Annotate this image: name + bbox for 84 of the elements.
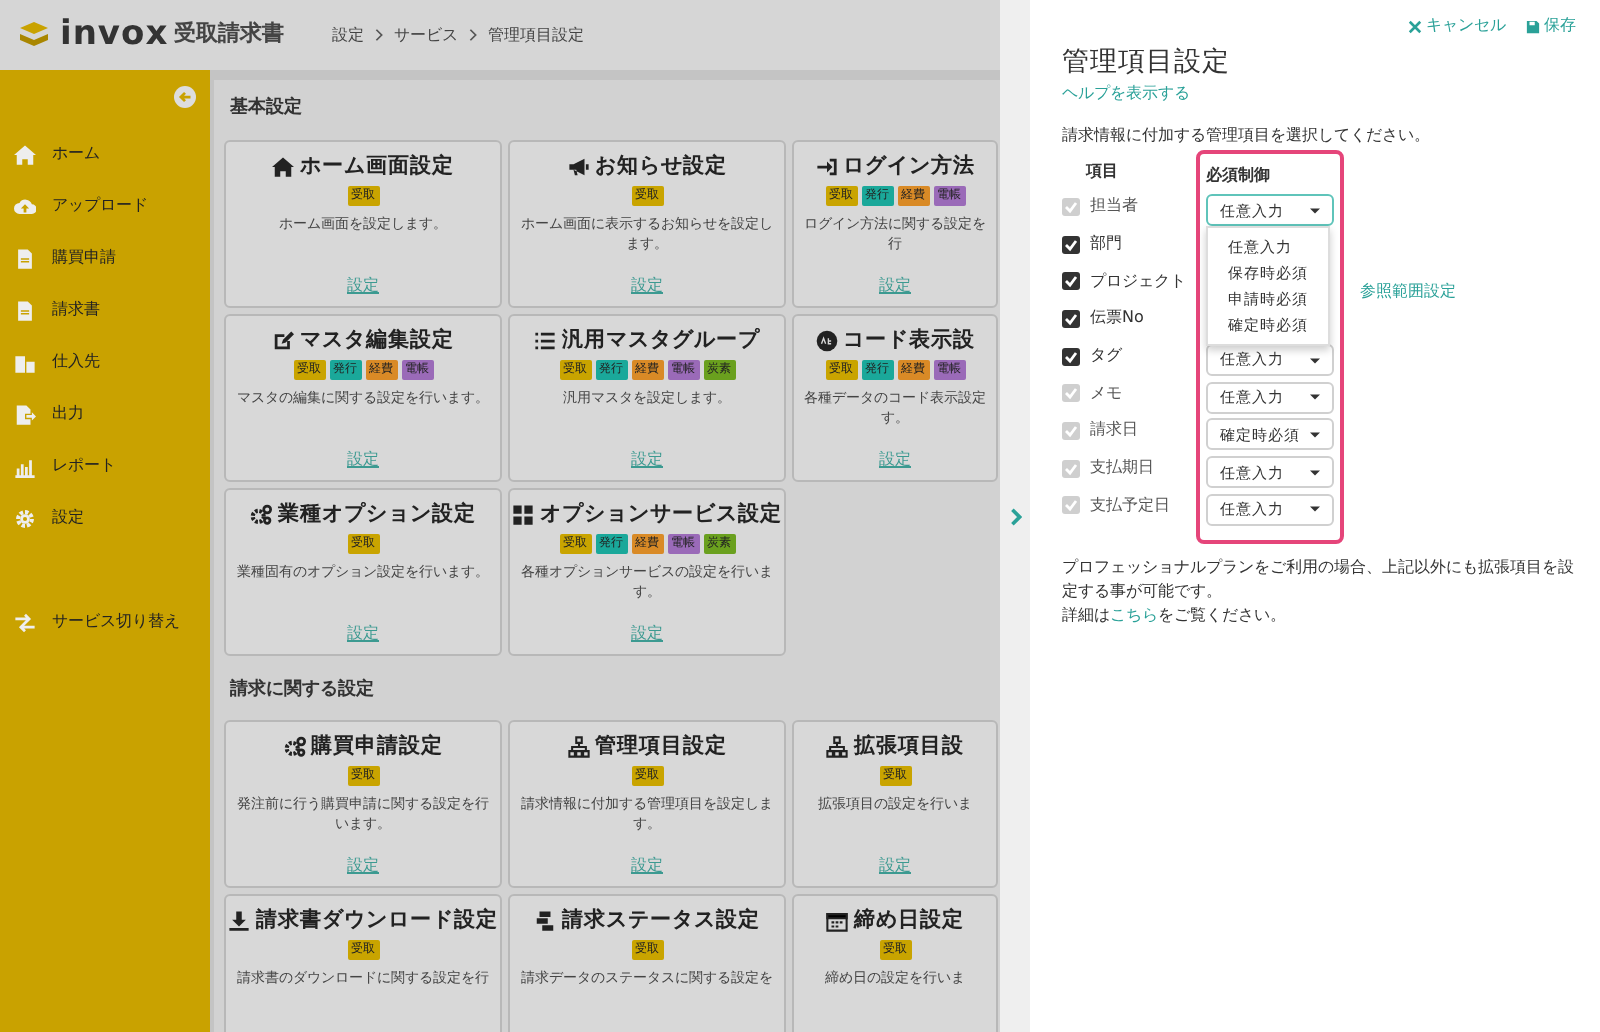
status-stack-icon bbox=[534, 910, 556, 932]
cloud-upload-icon bbox=[14, 195, 36, 217]
sidebar-item[interactable]: 購買申請 bbox=[0, 232, 210, 284]
column-header: 項目 bbox=[1083, 160, 1120, 184]
breadcrumb-item[interactable]: サービス bbox=[394, 23, 459, 47]
sidebar-item[interactable]: レポート bbox=[0, 440, 210, 492]
list-icon bbox=[534, 329, 556, 351]
stacked-boxes-logo bbox=[16, 19, 52, 51]
sidebar-item[interactable]: ホーム bbox=[0, 128, 210, 180]
breadcrumb-item: 管理項目設定 bbox=[488, 23, 585, 47]
building-icon bbox=[14, 351, 36, 373]
item-label: 支払期日 bbox=[1090, 456, 1154, 481]
download-icon bbox=[228, 910, 250, 932]
item-label: タグ bbox=[1090, 344, 1122, 369]
card-title: マスタ編集設定 bbox=[300, 325, 454, 355]
sidebar-item[interactable]: 出力 bbox=[0, 388, 210, 440]
card-title: 締め日設定 bbox=[854, 906, 964, 936]
sidebar-item[interactable]: 設定 bbox=[0, 492, 210, 544]
sign-in-icon bbox=[815, 155, 837, 177]
collapse-toggle-icon[interactable] bbox=[174, 86, 196, 108]
caret-down-icon bbox=[1310, 357, 1320, 364]
item-label: プロジェクト bbox=[1090, 269, 1186, 294]
megaphone-icon bbox=[567, 155, 589, 177]
card-title: ホーム画面設定 bbox=[300, 151, 454, 181]
card-title: 業種オプション設定 bbox=[278, 499, 476, 529]
house-icon bbox=[272, 155, 294, 177]
column-header: 必須制御 bbox=[1206, 164, 1272, 188]
sidebar-item[interactable]: アップロード bbox=[0, 180, 210, 232]
card-title: お知らせ設定 bbox=[595, 151, 727, 181]
item-label: 担当者 bbox=[1090, 194, 1138, 219]
item-label: 支払予定日 bbox=[1090, 493, 1170, 518]
chevron-right-icon bbox=[374, 28, 385, 42]
checkbox[interactable] bbox=[1062, 347, 1080, 366]
chevron-right-icon bbox=[468, 28, 479, 42]
card-title: オプションサービス設定 bbox=[540, 499, 782, 529]
product-name: 受取請求書 bbox=[174, 18, 285, 51]
export-icon bbox=[14, 403, 36, 425]
grid-icon bbox=[512, 503, 534, 525]
gears-icon bbox=[283, 736, 305, 758]
card-title: コード表示設 bbox=[843, 325, 975, 355]
sitemap-icon bbox=[567, 736, 589, 758]
document-icon bbox=[14, 247, 36, 269]
card-title: 請求書ダウンロード設定 bbox=[256, 906, 498, 936]
house-icon bbox=[14, 143, 36, 165]
logo-wordmark: invox bbox=[60, 11, 169, 58]
card-title: 請求ステータス設定 bbox=[562, 906, 760, 936]
card-title: 拡張項目設 bbox=[854, 732, 964, 762]
edit-icon bbox=[272, 329, 294, 351]
instruction-text: 請求情報に付加する管理項目を選択してください。 bbox=[1062, 124, 1432, 148]
caret-down-icon bbox=[1310, 394, 1320, 401]
gear-icon bbox=[14, 507, 36, 529]
card-title: 汎用マスタグループ bbox=[562, 325, 760, 355]
close-icon bbox=[1408, 19, 1422, 33]
card-title: ログイン方法 bbox=[843, 151, 975, 181]
document-icon bbox=[14, 299, 36, 321]
checkbox[interactable] bbox=[1062, 235, 1080, 254]
panel-title: 管理項目設定 bbox=[1062, 44, 1232, 80]
caret-down-icon bbox=[1310, 469, 1320, 476]
sitemap-icon bbox=[826, 736, 848, 758]
item-label: 部門 bbox=[1090, 232, 1122, 257]
caret-down-icon bbox=[1310, 207, 1320, 214]
card-title: 管理項目設定 bbox=[595, 732, 727, 762]
plan-note: プロフェッショナルプランをご利用の場合、上記以外にも拡張項目を設定する事が可能です。 bbox=[1062, 556, 1576, 605]
sidebar-item[interactable]: 仕入先 bbox=[0, 336, 210, 388]
calendar-icon bbox=[826, 910, 848, 932]
section-title: 請求に関する設定 bbox=[230, 677, 376, 703]
caret-down-icon bbox=[1310, 431, 1320, 438]
item-label: 請求日 bbox=[1090, 418, 1138, 443]
gears-icon bbox=[250, 503, 272, 525]
abc-circle-icon bbox=[815, 329, 837, 351]
checkbox[interactable] bbox=[1062, 309, 1080, 328]
item-label: メモ bbox=[1090, 381, 1122, 406]
sidebar-item[interactable]: 請求書 bbox=[0, 284, 210, 336]
bar-chart-icon bbox=[14, 455, 36, 477]
card-title: 購買申請設定 bbox=[311, 732, 443, 762]
swap-arrows-icon bbox=[14, 611, 36, 633]
expand-chevron-icon[interactable] bbox=[1009, 507, 1021, 525]
checkbox[interactable] bbox=[1062, 272, 1080, 291]
item-label: 伝票No bbox=[1090, 306, 1144, 331]
detail-text: 詳細はこちら をご覧ください。 bbox=[1062, 604, 1288, 629]
caret-down-icon bbox=[1310, 506, 1320, 513]
section-title: 基本設定 bbox=[230, 96, 304, 122]
sidebar-item[interactable]: サービス切り替え bbox=[0, 596, 210, 648]
breadcrumb-item[interactable]: 設定 bbox=[332, 23, 365, 47]
